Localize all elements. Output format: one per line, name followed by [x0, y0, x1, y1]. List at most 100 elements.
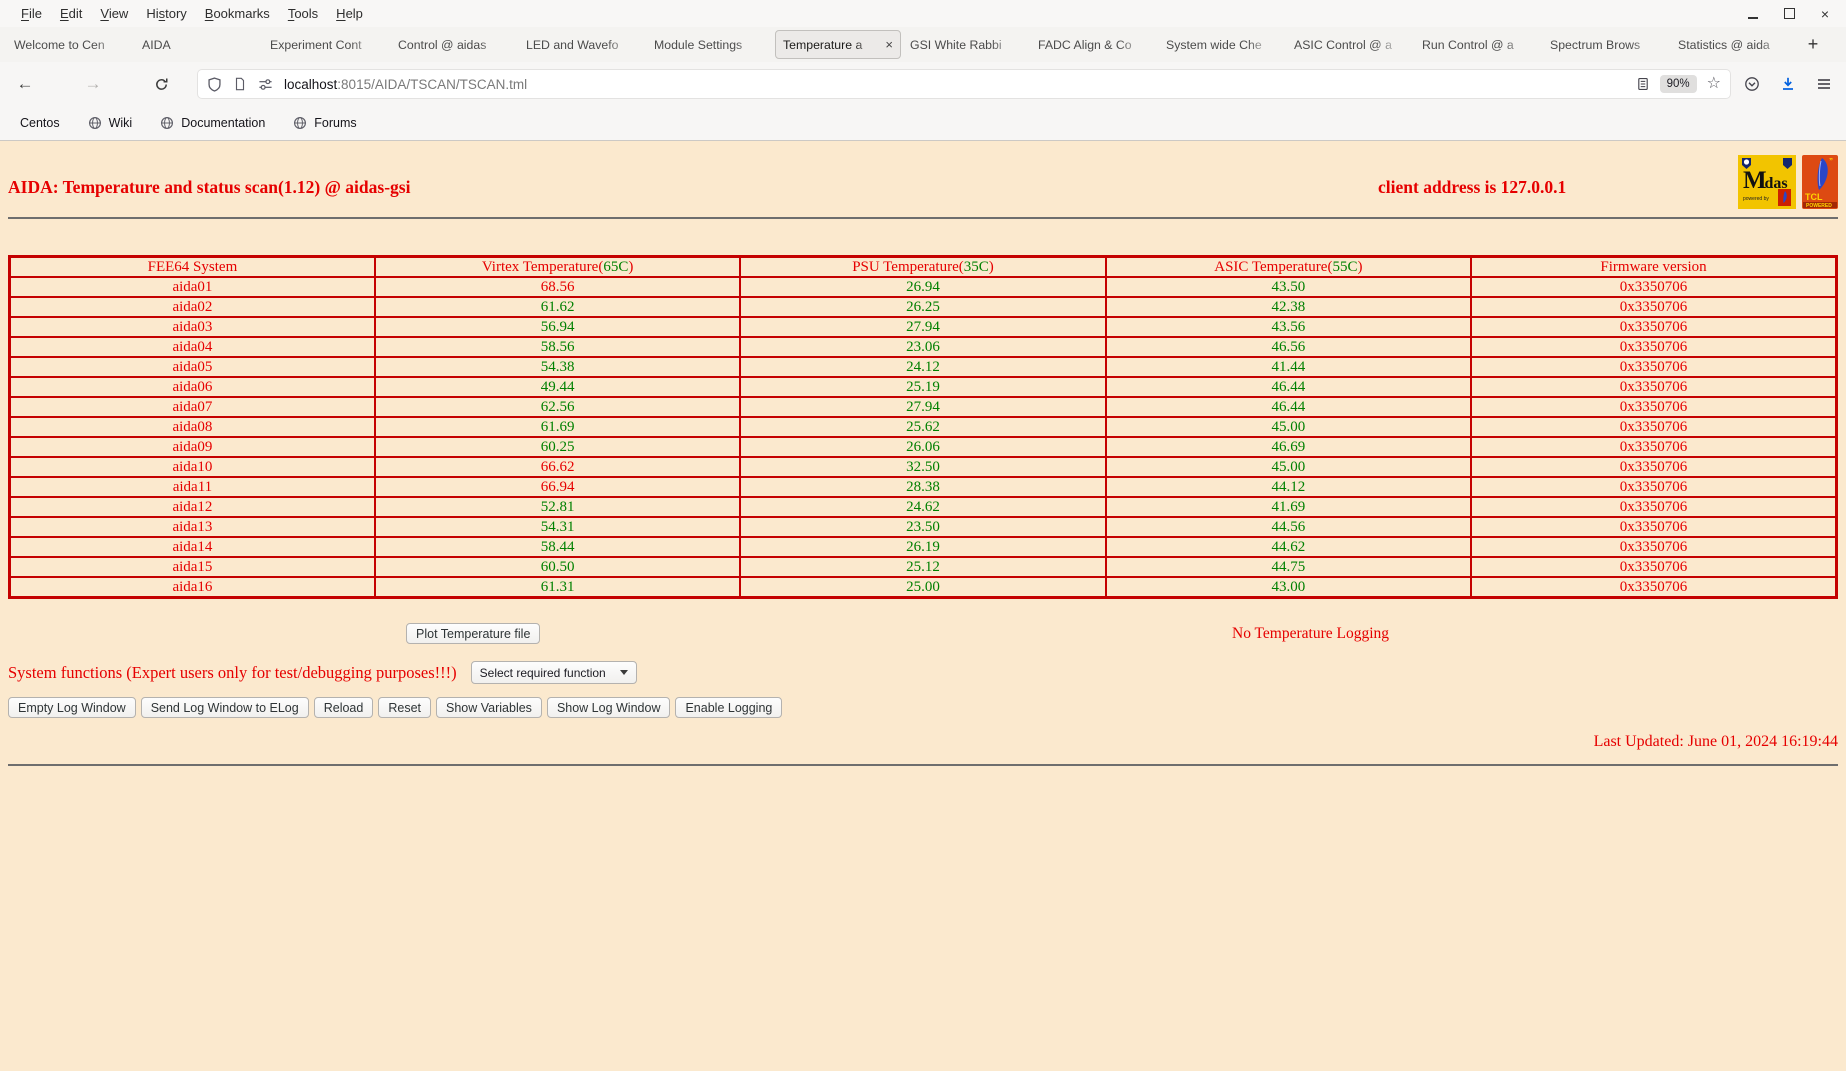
- tab-system-wide-che[interactable]: System wide Che: [1159, 30, 1285, 59]
- virtex-cell: 58.44: [373, 536, 742, 558]
- plot-temperature-file-button[interactable]: Plot Temperature file: [406, 623, 541, 644]
- navigation-bar: ← → localhost:8015/AIDA/TSCAN/TSCAN.tml …: [0, 62, 1846, 106]
- back-icon[interactable]: ←: [10, 69, 40, 99]
- menu-edit[interactable]: Edit: [51, 2, 91, 25]
- virtex-cell: 54.31: [373, 516, 742, 538]
- tab-label: ASIC Control @ a: [1294, 37, 1392, 52]
- url-text[interactable]: localhost:8015/AIDA/TSCAN/TSCAN.tml: [284, 77, 527, 92]
- bookmark-documentation[interactable]: Documentation: [160, 116, 265, 130]
- tab-experiment-cont[interactable]: Experiment Cont: [263, 30, 389, 59]
- tab-gsi-white-rabbi[interactable]: GSI White Rabbi: [903, 30, 1029, 59]
- psu-cell: 25.00: [739, 576, 1107, 599]
- tab-aida[interactable]: AIDA: [135, 30, 261, 59]
- menubar-items: File Edit View History Bookmarks Tools Help: [12, 2, 372, 25]
- firmware-cell: 0x3350706: [1470, 376, 1838, 398]
- tab-label: AIDA: [142, 37, 171, 52]
- table-row: aida14 58.44 26.19 44.62 0x3350706: [8, 536, 1838, 558]
- zoom-level-badge[interactable]: 90%: [1659, 75, 1697, 93]
- table-row: aida02 61.62 26.25 42.38 0x3350706: [8, 296, 1838, 318]
- threshold-value: 55C: [1332, 259, 1358, 275]
- new-tab-button[interactable]: +: [1798, 27, 1828, 62]
- tab-statistics-aida[interactable]: Statistics @ aida: [1671, 30, 1797, 59]
- maximize-icon[interactable]: [1782, 7, 1796, 21]
- table-row: aida06 49.44 25.19 46.44 0x3350706: [8, 376, 1838, 398]
- tab-close-icon[interactable]: ×: [885, 37, 893, 52]
- virtex-cell: 60.25: [373, 436, 742, 458]
- bookmark-label: Wiki: [108, 116, 133, 130]
- chevron-down-icon: [619, 670, 628, 675]
- tab-label: LED and Wavefo: [526, 37, 619, 52]
- table-row: aida07 62.56 27.94 46.44 0x3350706: [8, 396, 1838, 418]
- last-updated: Last Updated: June 01, 2024 16:19:44: [1593, 733, 1838, 750]
- send-log-window-to-elog-button[interactable]: Send Log Window to ELog: [140, 697, 309, 718]
- bookmark-forums[interactable]: Forums: [293, 116, 357, 130]
- function-select[interactable]: Select required function: [470, 661, 637, 684]
- bookmark-wiki[interactable]: Wiki: [88, 116, 133, 130]
- asic-cell: 45.00: [1104, 456, 1473, 478]
- firmware-cell: 0x3350706: [1470, 436, 1838, 458]
- show-log-window-button[interactable]: Show Log Window: [546, 697, 671, 718]
- tab-led-and-wavefo[interactable]: LED and Wavefo: [519, 30, 645, 59]
- virtex-cell: 62.56: [373, 396, 742, 418]
- tab-temperature-a[interactable]: Temperature a ×: [775, 30, 901, 59]
- page-header: AIDA: Temperature and status scan(1.12) …: [8, 141, 1838, 217]
- show-variables-button[interactable]: Show Variables: [436, 697, 542, 718]
- shield-icon[interactable]: [207, 76, 222, 92]
- svg-text:”: ”: [1829, 157, 1833, 166]
- bookmark-centos[interactable]: Centos: [13, 116, 60, 130]
- minimize-icon[interactable]: [1746, 7, 1760, 21]
- column-header-fee64-system: FEE64 System: [8, 255, 376, 278]
- logging-status: No Temperature Logging: [1232, 625, 1390, 642]
- bookmark-label: Forums: [314, 116, 357, 130]
- enable-logging-button[interactable]: Enable Logging: [675, 697, 783, 718]
- menu-bookmarks[interactable]: Bookmarks: [196, 2, 279, 25]
- tab-module-settings[interactable]: Module Settings: [647, 30, 773, 59]
- table-row: aida11 66.94 28.38 44.12 0x3350706: [8, 476, 1838, 498]
- close-icon[interactable]: ×: [1818, 7, 1832, 21]
- bookmark-label: Documentation: [181, 116, 266, 130]
- tab-label: GSI White Rabbi: [910, 37, 1002, 52]
- separator: [8, 764, 1838, 766]
- tab-welcome-to-cen[interactable]: Welcome to Cen: [7, 30, 133, 59]
- column-header-virtex-temperature: Virtex Temperature(65C): [373, 255, 742, 278]
- asic-cell: 42.38: [1104, 296, 1473, 318]
- temperature-table: FEE64 System Virtex Temperature(65C) PSU T…: [8, 255, 1838, 599]
- bookmark-star-icon[interactable]: ☆: [1707, 76, 1721, 92]
- table-row: aida12 52.81 24.62 41.69 0x3350706: [8, 496, 1838, 518]
- reset-button[interactable]: Reset: [378, 697, 431, 718]
- reload-icon[interactable]: [146, 69, 176, 99]
- menu-view[interactable]: View: [91, 2, 137, 25]
- column-header-psu-temperature: PSU Temperature(35C): [739, 255, 1107, 278]
- tab-fadc-align-co[interactable]: FADC Align & Co: [1031, 30, 1157, 59]
- connection-settings-icon[interactable]: [258, 77, 273, 92]
- page-info-icon[interactable]: [233, 77, 247, 91]
- tab-run-control-a[interactable]: Run Control @ a: [1415, 30, 1541, 59]
- tab-asic-control-a[interactable]: ASIC Control @ a: [1287, 30, 1413, 59]
- asic-cell: 44.75: [1104, 556, 1473, 578]
- asic-cell: 46.44: [1104, 376, 1473, 398]
- tab-label: Spectrum Brows: [1550, 37, 1641, 52]
- tab-spectrum-brows[interactable]: Spectrum Brows: [1543, 30, 1669, 59]
- firmware-cell: 0x3350706: [1470, 316, 1838, 338]
- menu-hamburger-icon[interactable]: [1816, 76, 1832, 92]
- downloads-icon[interactable]: [1780, 76, 1796, 92]
- asic-cell: 43.56: [1104, 316, 1473, 338]
- threshold-value: 65C: [603, 259, 629, 275]
- firmware-cell: 0x3350706: [1470, 456, 1838, 478]
- forward-icon[interactable]: →: [78, 69, 108, 99]
- url-bar[interactable]: localhost:8015/AIDA/TSCAN/TSCAN.tml 90% …: [198, 70, 1730, 98]
- menu-tools[interactable]: Tools: [279, 2, 327, 25]
- reader-mode-icon[interactable]: [1636, 77, 1650, 91]
- asic-cell: 45.00: [1104, 416, 1473, 438]
- menu-help[interactable]: Help: [327, 2, 372, 25]
- pocket-icon[interactable]: [1744, 76, 1760, 92]
- menu-history[interactable]: History: [137, 2, 195, 25]
- firmware-cell: 0x3350706: [1470, 516, 1838, 538]
- system-functions-label: System functions (Expert users only for …: [8, 662, 457, 682]
- table-row: aida16 61.31 25.00 43.00 0x3350706: [8, 576, 1838, 599]
- virtex-cell: 52.81: [373, 496, 742, 518]
- reload-button[interactable]: Reload: [313, 697, 374, 718]
- menu-file[interactable]: File: [12, 2, 51, 25]
- empty-log-window-button[interactable]: Empty Log Window: [8, 697, 136, 718]
- tab-control-aidas[interactable]: Control @ aidas: [391, 30, 517, 59]
